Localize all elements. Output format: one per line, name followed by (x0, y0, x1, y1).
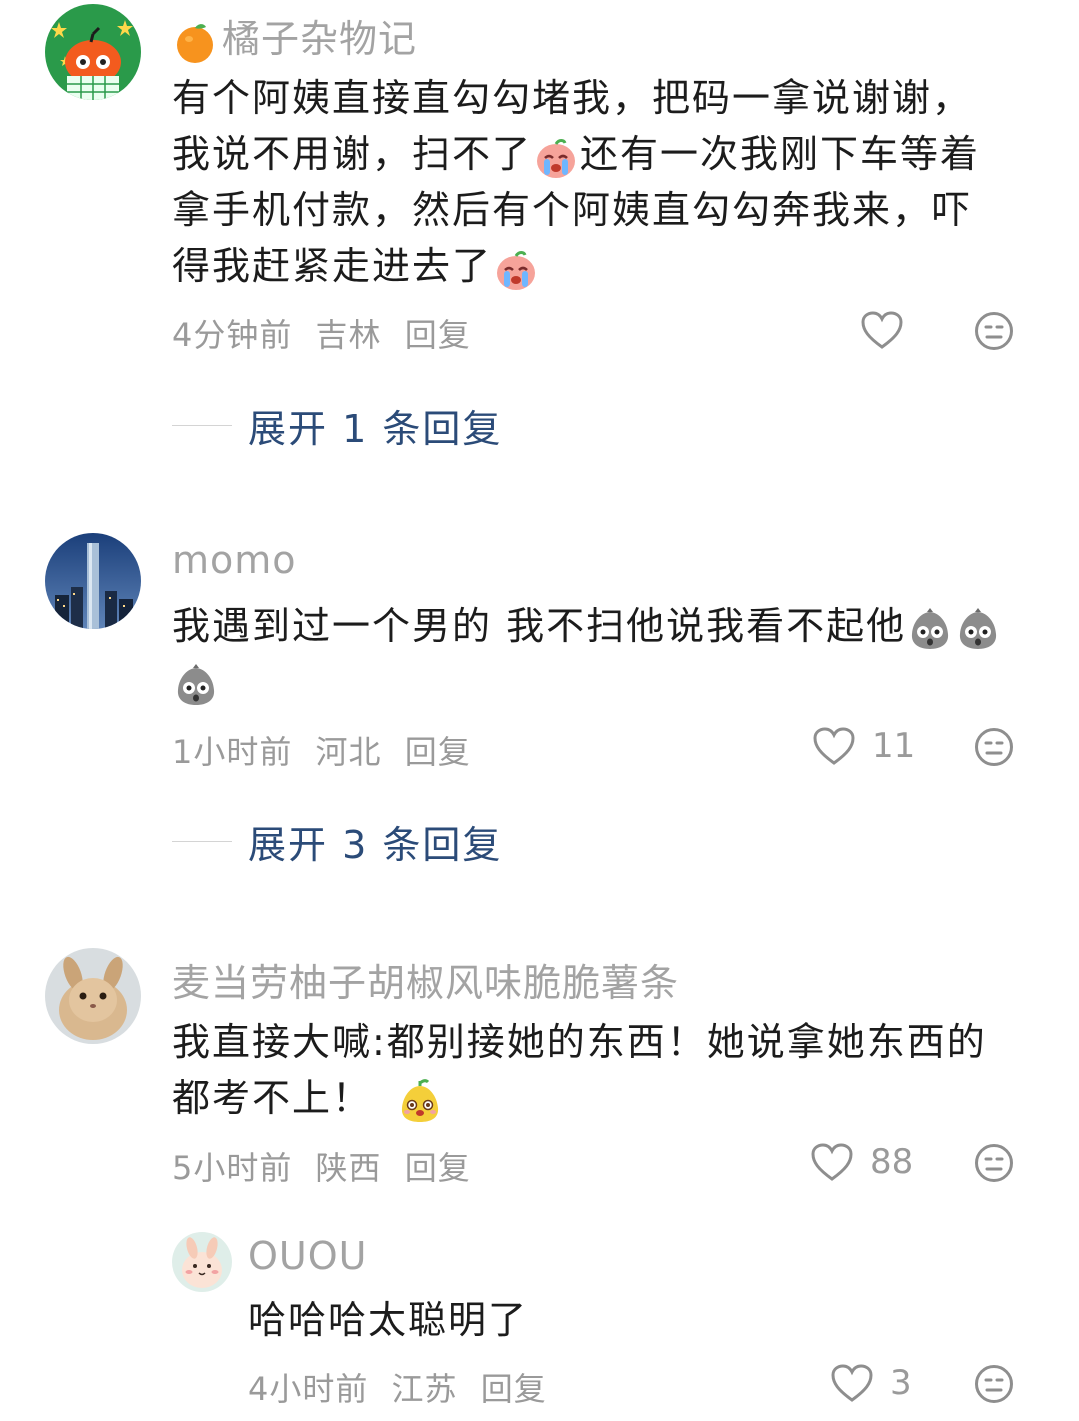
comment-text: 我遇到过一个男的 我不扫他说我看不起他 (172, 598, 1042, 710)
comment-line: 我直接大喊:都别接她的东西！她说拿她东西的 (172, 1020, 987, 1064)
expand-replies-label: 展开 1 条回复 (248, 407, 503, 451)
comment-text-segment: 还有一次我刚下车等着 (580, 132, 981, 176)
user-avatar[interactable] (45, 4, 141, 100)
reply-button[interactable]: 回复 (405, 316, 471, 354)
comment-username[interactable]: momo (172, 538, 297, 582)
comment-time: 4分钟前 (172, 316, 293, 354)
divider (172, 841, 232, 842)
reply-button[interactable]: 回复 (481, 1370, 547, 1408)
like-count: 3 (890, 1363, 912, 1403)
meh-face-icon[interactable] (974, 1143, 1014, 1183)
user-avatar[interactable] (45, 533, 141, 629)
comment-line: 哈哈哈太聪明了 (248, 1298, 529, 1342)
comment-line: 有个阿姨直接直勾勾堵我，把码一拿说谢谢， (172, 76, 973, 120)
shocked-stone-emoji-icon (907, 606, 953, 652)
divider (172, 425, 232, 426)
comment-text: 哈哈哈太聪明了 (248, 1292, 528, 1348)
comment-text-segment: 都考不上！ (172, 1076, 373, 1120)
comment-meta: 5小时前 陕西 回复 (172, 1143, 483, 1189)
comment-meta: 4小时前 江苏 回复 (248, 1364, 559, 1410)
like-button[interactable] (860, 310, 904, 350)
comment-username[interactable]: 麦当劳柚子胡椒风味脆脆薯条 (172, 952, 679, 1007)
like-count: 11 (872, 726, 916, 766)
crying-peach-emoji-icon (533, 134, 579, 180)
comment-meta: 4分钟前 吉林 回复 (172, 310, 483, 356)
comment-location: 吉林 (315, 316, 382, 354)
shocked-stone-emoji-icon (173, 662, 219, 708)
crying-peach-emoji-icon (493, 246, 539, 292)
meh-face-icon[interactable] (974, 1364, 1014, 1404)
comment-meta: 1小时前 河北 回复 (172, 727, 483, 773)
comment-location: 江苏 (391, 1370, 458, 1408)
expand-replies[interactable]: 展开 3 条回复 (172, 814, 502, 869)
comment-line: 都考不上！ (172, 1070, 987, 1126)
like-button[interactable]: 3 (830, 1363, 912, 1403)
like-button[interactable]: 11 (812, 726, 915, 766)
like-button[interactable]: 88 (810, 1142, 913, 1182)
comment-username[interactable]: 橘子杂物记 (172, 8, 417, 65)
heart-outline-icon (831, 1364, 873, 1402)
comment-line (172, 654, 1042, 710)
comment-time: 4小时前 (248, 1370, 369, 1408)
comment-line: 我遇到过一个男的 我不扫他说我看不起他 (172, 598, 1042, 654)
like-count: 88 (870, 1142, 914, 1182)
comment-text-segment: 我说不用谢，扫不了 (172, 132, 533, 176)
comment-text: 有个阿姨直接直勾勾堵我，把码一拿说谢谢， 我说不用谢，扫不了 还有一次我刚下车等着… (172, 70, 980, 294)
comment-text: 我直接大喊:都别接她的东西！她说拿她东西的 都考不上！ (172, 1014, 987, 1126)
comment-text-segment: 得我赶紧走进去了 (172, 244, 493, 288)
shocked-stone-emoji-icon (955, 606, 1001, 652)
comment-line: 得我赶紧走进去了 (172, 238, 980, 294)
meh-face-icon[interactable] (974, 727, 1014, 767)
comment-text-segment: 我遇到过一个男的 我不扫他说我看不起他 (172, 604, 907, 648)
comment-location: 河北 (315, 733, 382, 771)
meh-face-icon[interactable] (974, 311, 1014, 351)
comment-username[interactable]: OUOU (248, 1234, 367, 1278)
heart-outline-icon (861, 311, 903, 349)
reply-button[interactable]: 回复 (405, 733, 471, 771)
username-label: 橘子杂物记 (222, 17, 418, 61)
smiling-pear-emoji-icon (397, 1078, 443, 1124)
comment-time: 1小时前 (172, 733, 293, 771)
expand-replies-label: 展开 3 条回复 (248, 823, 503, 867)
orange-emoji-icon (172, 19, 218, 65)
expand-replies[interactable]: 展开 1 条回复 (172, 398, 502, 453)
comment-time: 5小时前 (172, 1149, 293, 1187)
comment-line: 我说不用谢，扫不了 还有一次我刚下车等着 (172, 126, 980, 182)
reply-button[interactable]: 回复 (405, 1149, 471, 1187)
comment-location: 陕西 (315, 1149, 382, 1187)
heart-outline-icon (811, 1143, 853, 1181)
comment-line: 拿手机付款，然后有个阿姨直勾勾奔我来，吓 (172, 188, 973, 232)
user-avatar[interactable] (172, 1232, 232, 1292)
user-avatar[interactable] (45, 948, 141, 1044)
heart-outline-icon (813, 727, 855, 765)
